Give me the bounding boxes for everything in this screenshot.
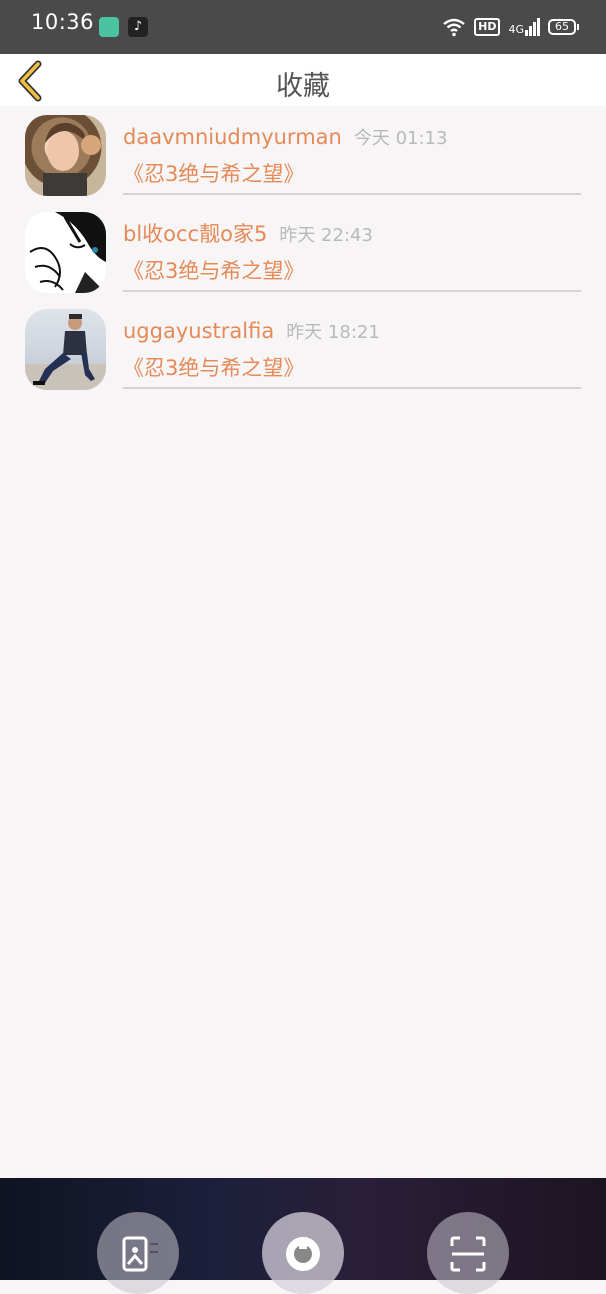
divider — [123, 290, 581, 292]
network-type: 4G — [508, 23, 524, 36]
list-item[interactable]: daavmniudmyurman 今天 01:13 《忍3绝与希之望》 — [0, 106, 606, 203]
username[interactable]: bl收occ靓o家5 — [123, 222, 267, 246]
list-item[interactable]: uggayustralfia 昨天 18:21 《忍3绝与希之望》 — [0, 300, 606, 397]
battery-icon: 65 — [548, 19, 579, 35]
username[interactable]: uggayustralfia — [123, 319, 274, 343]
app-notification-icon — [99, 17, 119, 37]
avatar-image — [25, 314, 106, 390]
favorites-list: daavmniudmyurman 今天 01:13 《忍3绝与希之望》 bl收oc… — [0, 106, 606, 397]
avatar[interactable] — [25, 309, 106, 390]
image-icon — [122, 1236, 158, 1272]
circle-icon — [286, 1237, 320, 1271]
home-button[interactable] — [262, 1212, 344, 1294]
status-icons: HD 4G 65 — [442, 14, 579, 40]
avatar[interactable] — [25, 115, 106, 196]
favorite-meta: uggayustralfia 昨天 18:21 — [123, 317, 380, 347]
timestamp: 昨天 18:21 — [286, 322, 380, 343]
tiktok-notification-icon: ♪ — [128, 17, 148, 37]
timestamp: 昨天 22:43 — [279, 225, 373, 246]
divider — [123, 193, 581, 195]
signal-icon: 4G — [508, 18, 540, 36]
page-title: 收藏 — [276, 71, 330, 102]
scan-icon — [450, 1236, 486, 1272]
favorite-meta: bl收occ靓o家5 昨天 22:43 — [123, 220, 373, 250]
avatar-image — [29, 212, 106, 293]
list-item[interactable]: bl收occ靓o家5 昨天 22:43 《忍3绝与希之望》 — [0, 203, 606, 300]
avatar-image — [43, 122, 101, 196]
bottom-dock — [0, 1178, 606, 1294]
status-time: 10:36 — [31, 10, 95, 34]
header: 收藏 — [0, 54, 606, 106]
avatar[interactable] — [25, 212, 106, 293]
gallery-button[interactable] — [97, 1212, 179, 1294]
username[interactable]: daavmniudmyurman — [123, 125, 342, 149]
status-bar: 10:36 ♪ HD 4G 65 — [0, 0, 606, 54]
hd-icon: HD — [474, 18, 501, 36]
favorite-content[interactable]: 《忍3绝与希之望》 — [123, 257, 304, 285]
favorite-content[interactable]: 《忍3绝与希之望》 — [123, 354, 304, 382]
favorite-content[interactable]: 《忍3绝与希之望》 — [123, 160, 304, 188]
wifi-icon — [443, 18, 465, 37]
timestamp: 今天 01:13 — [353, 128, 448, 149]
scan-button[interactable] — [427, 1212, 509, 1294]
divider — [123, 387, 581, 389]
favorite-meta: daavmniudmyurman 今天 01:13 — [123, 123, 447, 153]
